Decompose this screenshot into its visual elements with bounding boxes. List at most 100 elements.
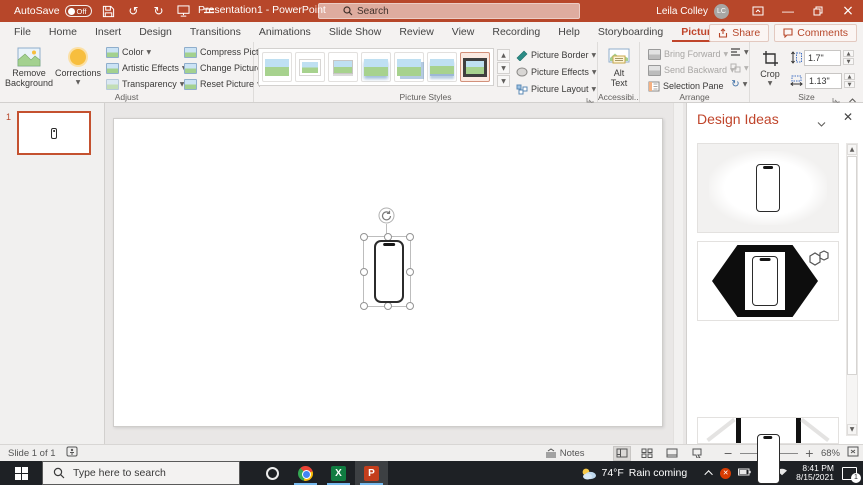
tab-design[interactable]: Design — [130, 23, 181, 42]
picture-effects-button[interactable]: Picture Effects ▼ — [516, 65, 596, 79]
fit-slide-to-window-icon[interactable] — [847, 446, 859, 460]
rotate-objects-button[interactable]: ↻ ▼ — [731, 77, 747, 91]
height-up-icon[interactable]: ▲ — [843, 50, 854, 57]
zoom-out-icon[interactable]: − — [724, 447, 733, 460]
action-center-icon[interactable]: 1 — [842, 466, 861, 483]
bring-forward-button[interactable]: Bring Forward ▼ — [648, 47, 728, 61]
notes-button[interactable]: Notes — [545, 448, 585, 459]
autosave-switch-icon[interactable]: Off — [64, 5, 92, 17]
zoom-in-icon[interactable]: + — [805, 447, 814, 460]
user-avatar[interactable]: LC — [714, 3, 729, 19]
align-objects-button[interactable]: ▼ — [730, 45, 749, 59]
undo-icon[interactable]: ↺ — [126, 3, 142, 19]
selection-pane-button[interactable]: Selection Pane — [648, 79, 726, 93]
transparency-button[interactable]: Transparency ▼ — [106, 77, 184, 91]
zoom-level[interactable]: 68% — [821, 448, 840, 459]
start-presentation-icon[interactable] — [176, 3, 192, 19]
group-objects-button[interactable]: ▼ — [730, 61, 749, 75]
design-idea-brushstroke-white[interactable] — [697, 143, 839, 233]
redo-icon[interactable]: ↻ — [151, 3, 167, 19]
tab-animations[interactable]: Animations — [250, 23, 320, 42]
taskbar-clock[interactable]: 8:41 PM 8/15/2021 — [796, 463, 834, 483]
crop-button[interactable]: Crop ▼ — [754, 46, 786, 90]
hidden-icons-chevron-icon[interactable] — [704, 470, 714, 479]
gallery-more-icon[interactable]: ▼ — [497, 75, 510, 87]
picture-style-option-selected[interactable] — [460, 52, 490, 82]
weather-widget[interactable]: 74°F Rain coming — [581, 467, 687, 480]
resize-handle-ne[interactable] — [406, 233, 414, 241]
width-down-icon[interactable]: ▼ — [844, 81, 855, 88]
ribbon-search-box[interactable]: Search — [318, 3, 580, 19]
resize-handle-w[interactable] — [360, 268, 368, 276]
corrections-button[interactable]: Corrections ▼ — [54, 45, 102, 89]
taskbar-app-ring[interactable] — [256, 461, 289, 485]
tab-slide-show[interactable]: Slide Show — [320, 23, 391, 42]
resize-handle-sw[interactable] — [360, 302, 368, 310]
slideshow-view-button[interactable] — [688, 446, 706, 461]
height-down-icon[interactable]: ▼ — [843, 58, 854, 65]
picture-style-option[interactable] — [328, 52, 358, 82]
picture-styles-dialog-launcher-icon[interactable] — [586, 92, 595, 105]
artistic-effects-button[interactable]: Artistic Effects▼ — [106, 61, 186, 75]
tab-insert[interactable]: Insert — [86, 23, 130, 42]
picture-style-option[interactable] — [361, 52, 391, 82]
comments-button[interactable]: Comments — [774, 24, 857, 42]
save-icon[interactable] — [101, 3, 117, 19]
picture-style-option[interactable] — [427, 52, 457, 82]
tab-recording[interactable]: Recording — [483, 23, 549, 42]
alt-text-button[interactable]: Alt Text — [603, 45, 635, 89]
tab-review[interactable]: Review — [390, 23, 442, 42]
remove-background-button[interactable]: Remove Background — [4, 45, 54, 89]
taskbar-search-box[interactable]: Type here to search — [42, 461, 240, 485]
resize-handle-se[interactable] — [406, 302, 414, 310]
color-button[interactable]: Color ▼ — [106, 45, 180, 59]
tab-storyboarding[interactable]: Storyboarding — [589, 23, 672, 42]
share-button[interactable]: Share — [709, 24, 770, 42]
collapse-ribbon-icon[interactable] — [848, 91, 857, 103]
restore-button[interactable] — [803, 0, 833, 22]
panel-scrollbar[interactable]: ▲ ▼ — [846, 143, 858, 436]
taskbar-app-chrome[interactable] — [289, 461, 322, 485]
tab-view[interactable]: View — [443, 23, 484, 42]
picture-style-option[interactable] — [262, 52, 292, 82]
slide-thumbnail[interactable] — [17, 111, 91, 155]
accessibility-checker-icon[interactable] — [66, 446, 78, 460]
tab-file[interactable]: File — [0, 23, 40, 42]
scrollbar-thumb[interactable] — [847, 156, 857, 375]
tab-help[interactable]: Help — [549, 23, 589, 42]
width-input[interactable]: 1.13" — [805, 72, 842, 89]
panel-close-icon[interactable]: ✕ — [843, 110, 853, 124]
user-name[interactable]: Leila Colley — [656, 6, 708, 17]
editor-scrollbar[interactable] — [673, 103, 683, 444]
taskbar-app-excel[interactable]: X — [322, 461, 355, 485]
slide-sorter-view-button[interactable] — [638, 446, 656, 461]
slide-counter[interactable]: Slide 1 of 1 — [8, 448, 56, 459]
taskbar-app-powerpoint[interactable]: P — [355, 461, 388, 485]
phone-shape[interactable] — [374, 240, 404, 303]
design-idea-hexagon[interactable] — [697, 241, 839, 321]
panel-chevron-down-icon[interactable] — [817, 115, 827, 127]
resize-handle-nw[interactable] — [360, 233, 368, 241]
picture-style-option[interactable] — [295, 52, 325, 82]
start-button[interactable] — [0, 461, 42, 485]
gallery-up-icon[interactable]: ▲ — [497, 49, 510, 61]
resize-handle-s[interactable] — [384, 302, 392, 310]
rotate-handle-icon[interactable] — [378, 207, 395, 224]
onedrive-error-icon[interactable]: ✕ — [720, 467, 732, 479]
gallery-down-icon[interactable]: ▼ — [497, 62, 510, 74]
resize-handle-e[interactable] — [406, 268, 414, 276]
ribbon-display-options-icon[interactable] — [743, 0, 773, 22]
autosave-toggle[interactable]: AutoSave Off — [14, 5, 92, 17]
scroll-down-icon[interactable]: ▼ — [847, 424, 857, 435]
minimize-button[interactable]: — — [773, 0, 803, 22]
tab-transitions[interactable]: Transitions — [181, 23, 250, 42]
width-up-icon[interactable]: ▲ — [844, 73, 855, 80]
tab-home[interactable]: Home — [40, 23, 86, 42]
picture-style-option[interactable] — [394, 52, 424, 82]
size-dialog-launcher-icon[interactable] — [832, 92, 841, 105]
normal-view-button[interactable] — [612, 445, 631, 461]
close-button[interactable]: × — [833, 0, 863, 22]
reading-view-button[interactable] — [663, 446, 681, 461]
picture-border-button[interactable]: Picture Border ▼ — [516, 48, 596, 62]
scroll-up-icon[interactable]: ▲ — [847, 144, 857, 155]
